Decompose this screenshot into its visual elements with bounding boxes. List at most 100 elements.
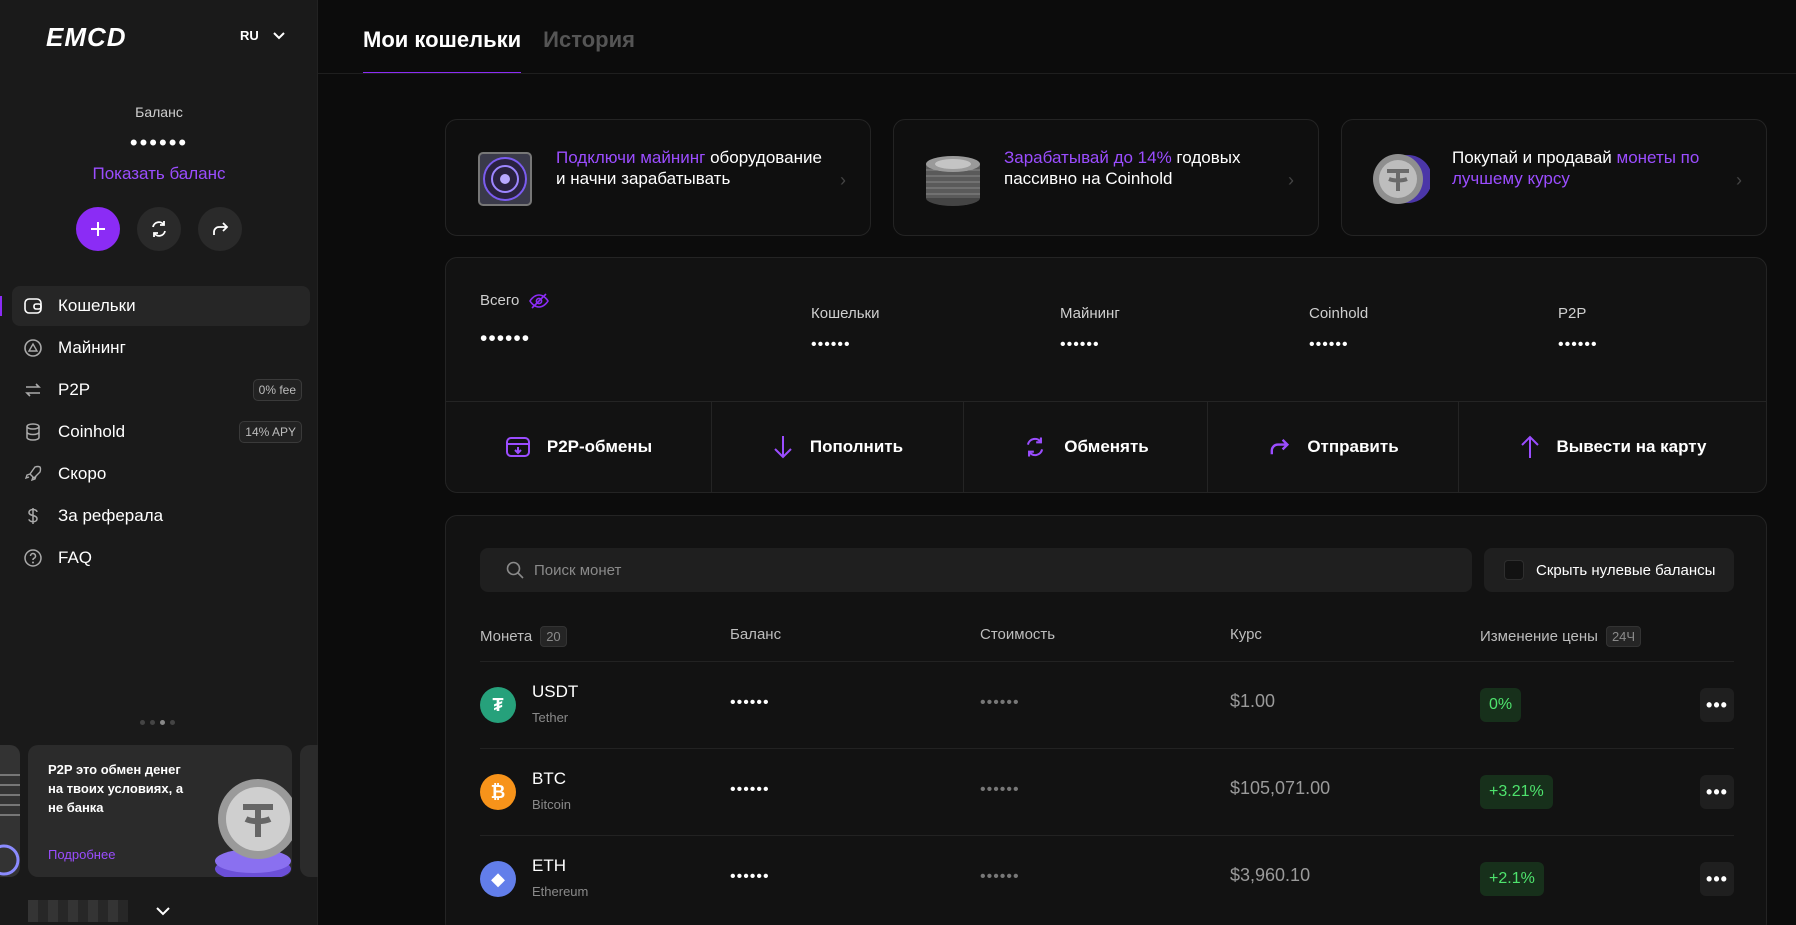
promo-tile-coinhold[interactable]: Зарабатывай до 14% годовых пассивно на C… <box>893 119 1319 236</box>
balance-summary: Всего •••••• Кошельки •••••• Майнинг •••… <box>445 257 1767 493</box>
search-icon <box>506 561 524 579</box>
sidebar-item-soon[interactable]: Скоро <box>12 454 310 494</box>
sidebar: EMCD RU Баланс •••••• Показать баланс Ко… <box>0 0 318 925</box>
more-options-button[interactable]: ••• <box>1700 688 1734 722</box>
header-balance[interactable]: Баланс <box>730 626 781 643</box>
p2p-arrows-icon <box>22 379 44 401</box>
coin-balance: •••••• <box>730 868 770 885</box>
promo-card[interactable]: P2P это обмен денег на твоих условиях, а… <box>28 745 292 877</box>
avatar <box>28 900 128 922</box>
apy-badge: 14% APY <box>239 421 302 443</box>
summary-value: •••••• <box>1309 336 1349 353</box>
rocket-icon <box>22 463 44 485</box>
promo-more-link[interactable]: Подробнее <box>48 847 115 862</box>
price-change-badge: +3.21% <box>1480 775 1553 809</box>
header-rate[interactable]: Курс <box>1230 626 1262 643</box>
action-label: Отправить <box>1307 437 1399 456</box>
action-label: P2P-обмены <box>546 437 653 456</box>
coin-value: •••••• <box>980 868 1020 885</box>
header-label: Курс <box>1230 626 1262 643</box>
total-value: •••••• <box>480 327 531 350</box>
period-badge[interactable]: 24Ч <box>1605 626 1642 647</box>
action-label: Обменять <box>1064 437 1149 456</box>
sidebar-item-label: FAQ <box>58 548 93 567</box>
coin-search[interactable] <box>480 548 1472 592</box>
coin-name: Tether <box>532 710 569 725</box>
tab-my-wallets[interactable]: Мои кошельки <box>363 0 522 74</box>
more-options-button[interactable]: ••• <box>1700 862 1734 896</box>
summary-wallets: Кошельки •••••• <box>811 305 879 354</box>
arrow-up-icon <box>1520 435 1539 458</box>
tab-bar: Мои кошельки История <box>363 0 635 74</box>
header-change[interactable]: Изменение цены 24Ч <box>1480 626 1642 647</box>
coin-balance: •••••• <box>730 694 770 711</box>
promo-card-prev[interactable] <box>0 745 20 877</box>
promo-tile-mining[interactable]: Подключи майнинг оборудование и начни за… <box>445 119 871 236</box>
table-row[interactable]: ₿ BTC Bitcoin •••••• •••••• $105,071.00 … <box>480 749 1734 835</box>
coin-value: •••••• <box>980 781 1020 798</box>
carousel-dot[interactable] <box>170 720 175 725</box>
user-menu[interactable] <box>28 900 170 922</box>
withdraw-to-card-button[interactable]: Вывести на карту <box>1459 402 1766 492</box>
promo-tile-buy-sell[interactable]: Покупай и продавай монеты по лучшему кур… <box>1341 119 1767 236</box>
exchange-button[interactable] <box>137 207 181 251</box>
summary-label: Майнинг <box>1060 305 1120 322</box>
table-row[interactable]: ₮ USDT Tether •••••• •••••• $1.00 0% ••• <box>480 662 1734 748</box>
carousel-dot-active[interactable] <box>160 720 165 725</box>
more-options-button[interactable]: ••• <box>1700 775 1734 809</box>
promo-accent-text: Зарабатывай до 14% <box>1004 148 1172 167</box>
header-value[interactable]: Стоимость <box>980 626 1055 643</box>
logo[interactable]: EMCD <box>46 22 127 53</box>
price-change-badge: 0% <box>1480 688 1522 722</box>
action-label: Пополнить <box>809 437 904 456</box>
swap-action-button[interactable]: Обменять <box>964 402 1208 492</box>
coin-rate: $3,960.10 <box>1230 865 1311 885</box>
sidebar-item-wallets[interactable]: Кошельки <box>0 286 310 326</box>
database-icon <box>22 421 44 443</box>
promo-card-next[interactable] <box>300 745 318 877</box>
sidebar-item-faq[interactable]: FAQ <box>12 538 310 578</box>
mining-fan-icon <box>478 152 532 206</box>
sidebar-item-label: Кошельки <box>58 296 136 315</box>
sidebar-item-p2p[interactable]: P2P 0% fee <box>12 370 310 410</box>
language-label: RU <box>240 28 259 43</box>
coin-name: Bitcoin <box>532 797 572 812</box>
sidebar-item-referral[interactable]: За реферала <box>12 496 310 536</box>
summary-value: •••••• <box>1558 336 1598 353</box>
price-change-badge: +2.1% <box>1480 862 1544 896</box>
exchange-icon <box>1027 437 1044 457</box>
coin-rate: $1.00 <box>1230 691 1276 711</box>
hide-zero-toggle[interactable]: Скрыть нулевые балансы <box>1484 548 1734 592</box>
carousel-dot[interactable] <box>150 720 155 725</box>
table-header: Монета 20 Баланс Стоимость Курс Изменени… <box>480 626 1734 654</box>
p2p-exchange-button[interactable]: P2P-обмены <box>446 402 712 492</box>
deposit-button[interactable] <box>76 207 120 251</box>
eth-coin-icon: ◆ <box>480 861 516 897</box>
header-coin[interactable]: Монета 20 <box>480 626 567 647</box>
plus-icon <box>91 222 105 236</box>
carousel-dot[interactable] <box>140 720 145 725</box>
show-balance-link[interactable]: Показать баланс <box>0 164 318 184</box>
balance-masked: •••••• <box>129 130 189 155</box>
chevron-down-icon <box>156 906 170 915</box>
sidebar-nav: Кошельки Майнинг P2P 0% fee Coinhold 14%… <box>0 286 310 580</box>
btc-coin-icon: ₿ <box>480 774 516 810</box>
tab-history[interactable]: История <box>543 0 635 74</box>
eye-off-icon[interactable] <box>529 292 550 309</box>
deposit-action-button[interactable]: Пополнить <box>712 402 964 492</box>
promo-accent-text: Подключи майнинг <box>556 148 706 167</box>
send-button[interactable] <box>198 207 242 251</box>
send-action-button[interactable]: Отправить <box>1208 402 1459 492</box>
summary-p2p: P2P •••••• <box>1558 305 1598 354</box>
p2p-exchange-icon <box>505 437 530 457</box>
hide-zero-checkbox[interactable] <box>1504 560 1524 580</box>
language-selector[interactable]: RU <box>240 28 285 43</box>
chevron-right-icon: › <box>1288 170 1294 190</box>
chevron-right-icon: › <box>1736 170 1742 190</box>
table-row[interactable]: ◆ ETH Ethereum •••••• •••••• $3,960.10 +… <box>480 836 1734 922</box>
sidebar-item-coinhold[interactable]: Coinhold 14% APY <box>12 412 310 452</box>
sidebar-item-mining[interactable]: Майнинг <box>12 328 310 368</box>
search-input[interactable] <box>534 561 1434 579</box>
tab-divider <box>318 73 1796 74</box>
tether-coin-icon <box>1373 154 1430 204</box>
